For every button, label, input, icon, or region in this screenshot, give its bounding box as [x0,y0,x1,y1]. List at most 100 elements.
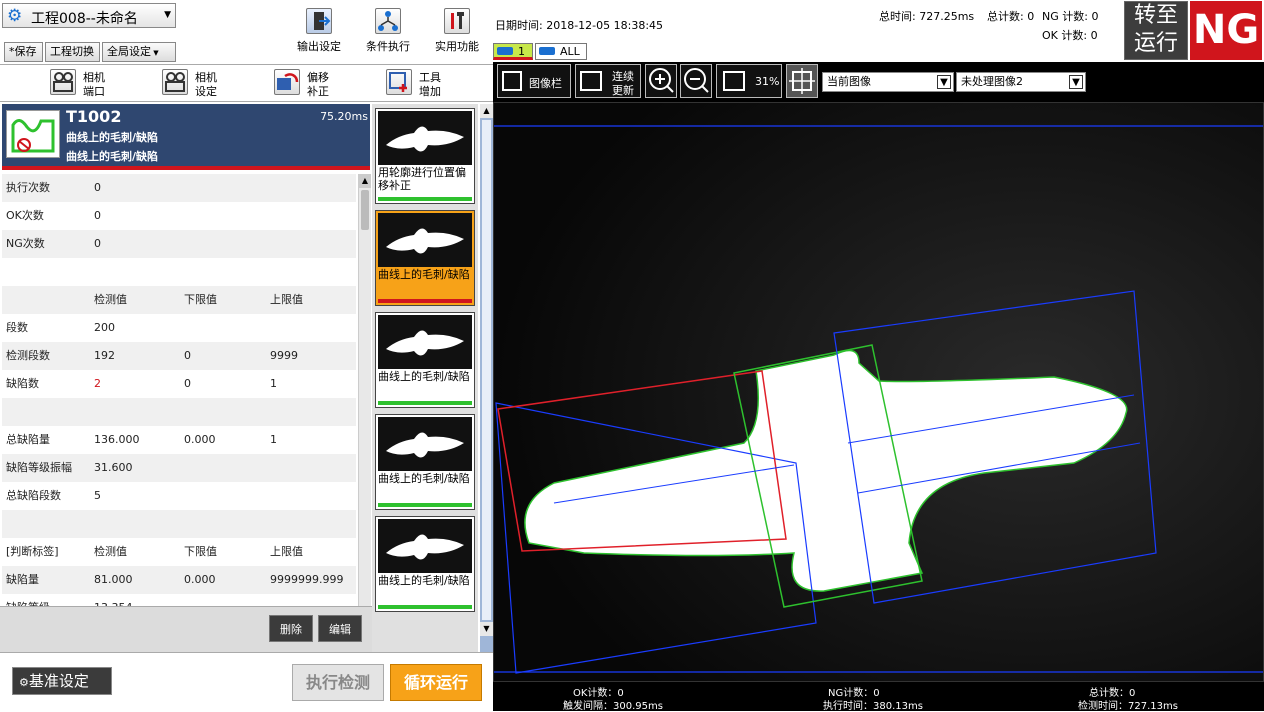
zoom-in-button[interactable] [645,64,677,98]
baseline-icon: ⚙ [19,676,29,689]
image-bar-button[interactable]: 图像栏 [497,64,571,98]
offset-correction-button[interactable]: 偏移 补正 [274,68,344,98]
camera-port-button[interactable]: 相机 端口 [50,68,120,98]
table-row: 段数 200 [2,314,356,342]
table-cell: 31.600 [94,461,133,474]
table-scrollbar[interactable]: ▲ [358,174,371,606]
camera-port-line2: 端口 [83,85,105,98]
zoom-out-button[interactable] [680,64,712,98]
table-cell: 0.000 [184,573,216,586]
fit-icon [723,71,745,91]
output-settings-button[interactable]: 输出设定 [292,8,346,54]
offset-icon [274,69,300,95]
add-tool-button[interactable]: 工具 增加 [386,68,456,98]
table-cell: 9999 [270,349,298,362]
table-row: NG次数 0 [2,230,356,258]
condition-exec-button[interactable]: 条件执行 [361,8,415,54]
result-table: 执行次数 0 OK次数 0 NG次数 0 检测值 下限值 上限值 段数 200 检测段数 192 0 999… [0,174,372,606]
project-name: 工程008--未命名 [31,11,138,27]
project-selector[interactable]: ⚙ 工程008--未命名 ▼ [2,3,176,28]
table-cell: 2 [94,377,101,390]
table-cell: 200 [94,321,115,334]
table-cell: 136.000 [94,433,140,446]
tool-thumbnail[interactable]: 曲线上的毛刺/缺陷 [375,312,475,408]
zoom-level: 31% [755,75,780,88]
zoom-in-icon [649,68,674,93]
loop-run-button[interactable]: 循环运行 [390,664,482,701]
switch-to-run-line1: 转至 [1133,3,1178,28]
camera-settings-icon [162,69,188,95]
table-cell: 0 [184,349,191,362]
tool-header[interactable]: T1002 曲线上的毛刺/缺陷 曲线上的毛刺/缺陷 75.20ms [2,104,370,170]
table-cell: 缺陷等级振幅 [6,461,72,474]
table-cell: 81.000 [94,573,133,586]
chevron-down-icon: ▼ [937,75,951,89]
table-cell: 段数 [6,321,28,334]
output-settings-label: 输出设定 [297,40,341,53]
datetime: 日期时间: 2018-12-05 18:38:45 [495,19,664,32]
tool-subname: 曲线上的毛刺/缺陷 [66,150,159,163]
global-settings-label: 全局设定 [107,45,151,58]
table-row [2,398,356,426]
camera-settings-line2: 设定 [195,85,217,98]
current-image-select[interactable]: 当前图像 ▼ [822,72,954,92]
camera-tab-1[interactable]: 1 [493,43,533,60]
table-cell: 总缺陷量 [6,433,50,446]
thumbnail-image [378,213,472,267]
table-cell: 检测值 [94,545,127,558]
baseline-label: 基准设定 [28,672,89,690]
table-row: 执行次数 0 [2,174,356,202]
table-cell: 0 [94,237,101,250]
table-row: 检测值 下限值 上限值 [2,286,356,314]
curve-defect-icon [6,110,60,158]
tool-thumbnail[interactable]: 曲线上的毛刺/缺陷 [375,516,475,612]
table-row: 缺陷等级振幅 31.600 [2,454,356,482]
thumbnail-list: 用轮廓进行位置偏移补正 曲线上的毛刺/缺陷 曲线上的毛刺/缺陷 曲线上的毛刺/缺陷 曲线… [372,104,478,652]
continuous-update-button[interactable]: 连续 更新 [575,64,641,98]
switch-to-run-button[interactable]: 转至 运行 [1124,1,1188,60]
scroll-thumb[interactable] [482,120,491,620]
delete-button[interactable]: 删除 [269,615,313,642]
table-cell: [判断标签] [6,545,59,558]
image-bar-label: 图像栏 [529,77,562,90]
camera-tab-all[interactable]: ALL [535,43,587,60]
tool-thumbnail[interactable]: 曲线上的毛刺/缺陷 [375,414,475,510]
edit-button[interactable]: 编辑 [318,615,362,642]
table-cell: 上限值 [270,545,303,558]
total-time: 总时间: 727.25ms [879,10,975,23]
table-cell: 0 [184,377,191,390]
condition-exec-label: 条件执行 [366,40,410,53]
raw-image-select[interactable]: 未处理图像2 ▼ [956,72,1086,92]
table-footer [0,606,372,652]
fit-zoom-button[interactable]: 31% [716,64,782,98]
table-row: 缺陷量 81.000 0.000 9999999.999 [2,566,356,594]
roi-select-button[interactable] [786,64,818,98]
scroll-up-icon[interactable]: ▲ [359,174,371,188]
table-row: [判断标签] 检测值 下限值 上限值 [2,538,356,566]
table-cell: 0 [94,209,101,222]
baseline-settings-button[interactable]: ⚙基准设定 [12,667,112,695]
status-trigger-interval: 触发间隔：300.95ms [563,701,663,712]
utility-button[interactable]: 实用功能 [430,8,484,54]
table-cell: 执行次数 [6,181,50,194]
tool-thumbnail[interactable]: 曲线上的毛刺/缺陷 [375,210,475,306]
scroll-down-icon[interactable]: ▼ [480,622,493,636]
roi-icon [789,68,815,94]
thumb-scrollbar[interactable]: ▲ ▼ [480,104,493,652]
tool-thumbnail[interactable]: 用轮廓进行位置偏移补正 [375,108,475,204]
camera-port-icon [50,69,76,95]
status-bar-indicator [378,401,472,405]
camera-settings-button[interactable]: 相机 设定 [162,68,232,98]
save-button[interactable]: *保存 [4,42,43,62]
table-cell: 0.000 [184,433,216,446]
scroll-up-icon[interactable]: ▲ [480,104,493,118]
tools-icon [444,8,470,34]
table-cell: 缺陷数 [6,377,39,390]
global-settings-button[interactable]: 全局设定 ▼ [102,42,176,62]
project-switch-button[interactable]: 工程切换 [45,42,100,62]
camera-image-view[interactable] [493,102,1264,682]
table-cell: 检测值 [94,293,127,306]
scroll-thumb[interactable] [361,190,369,230]
ok-count: OK 计数: 0 [1042,29,1098,42]
execute-detect-button[interactable]: 执行检测 [292,664,384,701]
